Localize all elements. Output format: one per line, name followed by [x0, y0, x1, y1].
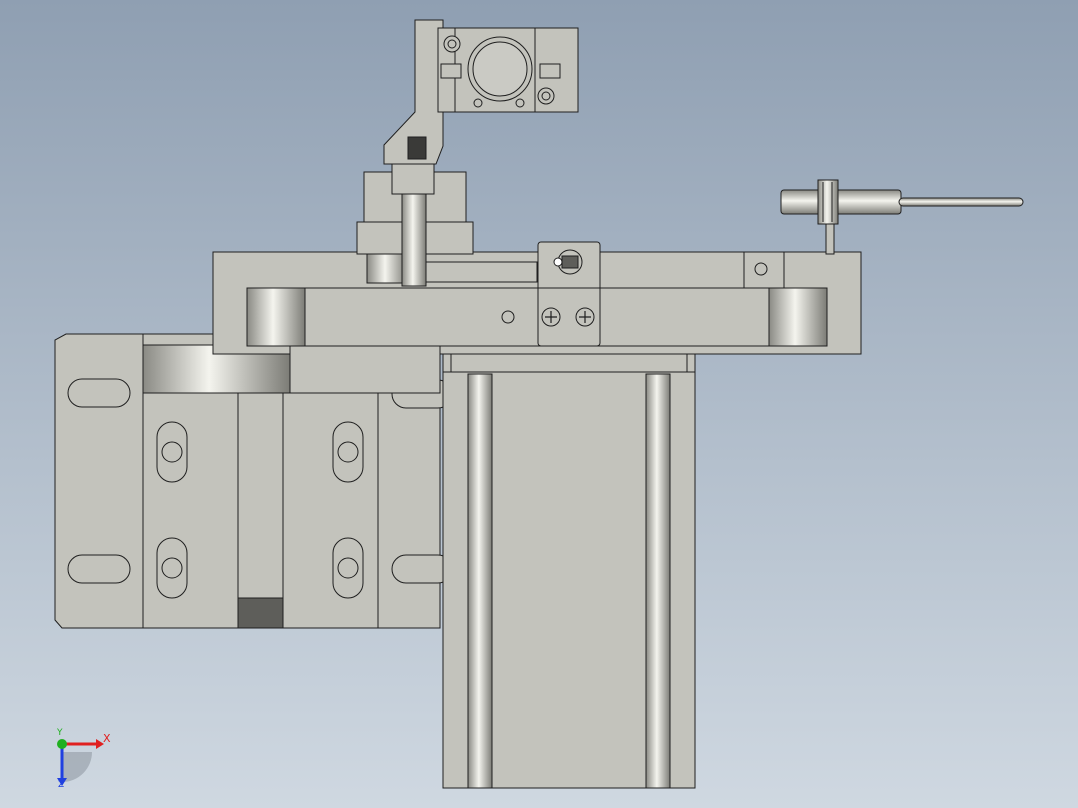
cad-viewport[interactable]: X Y Z [0, 0, 1078, 808]
slot [67, 554, 131, 584]
slot [67, 378, 131, 408]
cylinder-body [442, 345, 696, 789]
upper-bracket [383, 19, 579, 165]
coordinate-triad [57, 739, 104, 786]
proximity-sensor [780, 179, 1024, 255]
assembly-model[interactable] [0, 0, 1078, 808]
triad-x-label: X [103, 732, 111, 745]
triad-z-label: Z [58, 780, 65, 790]
clamp-block [537, 241, 601, 347]
screw [501, 310, 515, 324]
triad-y-label: Y [57, 728, 63, 738]
